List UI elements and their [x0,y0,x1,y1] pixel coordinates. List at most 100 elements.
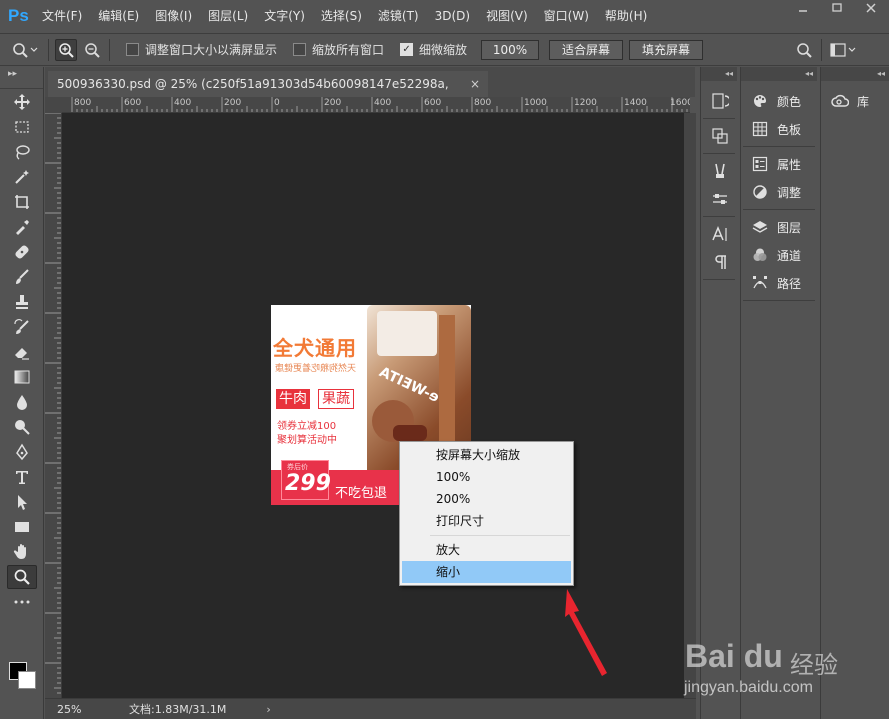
menu-item-zoom-in[interactable]: 放大 [402,539,571,561]
ruler-label: 400 [174,98,192,108]
bag-photo-window [377,311,437,356]
menu-type[interactable]: 文字(Y) [256,0,313,32]
search-icon[interactable] [793,39,815,61]
panel-adjustments-label: 调整 [777,185,802,200]
panel-color[interactable]: 颜色 [741,87,817,115]
zoom-all-windows-checkbox[interactable] [293,43,307,56]
menu-layer[interactable]: 图层(L) [200,0,256,32]
blur-tool-icon[interactable] [7,390,37,414]
eraser-tool-icon[interactable] [7,340,37,364]
close-icon[interactable]: × [470,71,480,97]
panel-swatches[interactable]: 色板 [741,115,817,143]
gradient-tool-icon[interactable] [7,365,37,389]
image-coupon-text: 领券立减100 [277,421,337,432]
document-tab-bar: 500936330.psd @ 25% (c250f51a91303d54b60… [45,67,695,117]
zoom-preset-icon[interactable] [8,39,42,61]
menu-file[interactable]: 文件(F) [34,0,90,32]
menu-item-100-percent[interactable]: 100% [402,466,571,488]
menu-item-zoom-out[interactable]: 缩小 [402,561,571,583]
character-icon[interactable] [701,220,738,248]
background-color-swatch[interactable] [18,671,36,689]
zoom-out-icon[interactable] [81,39,103,61]
vertical-ruler [45,113,62,698]
menu-3d[interactable]: 3D(D) [427,0,478,32]
menu-view[interactable]: 视图(V) [478,0,536,32]
minimize-icon[interactable] [795,2,811,18]
document-tab[interactable]: 500936330.psd @ 25% (c250f51a91303d54b60… [48,71,488,117]
menu-separator [430,535,570,536]
maximize-icon[interactable] [829,2,845,18]
tools-collapse-icon[interactable]: ▸▸ [0,67,43,89]
status-menu-arrow-icon[interactable]: › [266,703,270,716]
zoom-tool-icon[interactable] [7,565,37,589]
grid-icon [751,120,769,138]
paragraph-icon[interactable] [701,248,738,276]
panel-properties[interactable]: 属性 [741,150,817,178]
separator [703,153,735,154]
ruler-label: 0 [274,98,280,108]
menu-item-fit-screen[interactable]: 按屏幕大小缩放 [402,444,571,466]
zoom-level-field[interactable]: 25% [45,703,93,716]
lasso-tool-icon[interactable] [7,140,37,164]
brush-settings-icon[interactable] [701,185,738,213]
separator [743,209,815,210]
crop-tool-icon[interactable] [7,190,37,214]
panel-layers-label: 图层 [777,220,802,235]
zoom-in-icon[interactable] [55,38,77,61]
scrubby-zoom-checkbox[interactable]: ✓ [400,43,414,56]
menu-filter[interactable]: 滤镜(T) [370,0,427,32]
hand-tool-icon[interactable] [7,540,37,564]
panel-collapse-icon[interactable]: ◂◂ [821,67,889,81]
ruler-label: 200 [224,98,242,108]
layer-comps-icon[interactable] [701,122,738,150]
panel-collapse-icon[interactable]: ◂◂ [741,67,817,81]
brushes-icon[interactable] [701,157,738,185]
panel-color-label: 颜色 [777,94,802,109]
fill-screen-button[interactable]: 填充屏幕 [629,39,704,60]
path-selection-tool-icon[interactable] [7,490,37,514]
ruler-corner [45,97,62,113]
separator [109,38,110,61]
healing-brush-tool-icon[interactable] [7,240,37,264]
color-swatches[interactable] [9,662,39,692]
close-icon[interactable] [863,2,879,18]
zoom-100-button[interactable]: 100% [481,39,540,60]
eyedropper-tool-icon[interactable] [7,215,37,239]
menu-select[interactable]: 选择(S) [313,0,370,32]
type-tool-icon[interactable] [7,465,37,489]
move-tool-icon[interactable] [7,90,37,114]
fit-screen-button[interactable]: 适合屏幕 [549,39,624,60]
panel-libraries[interactable]: 库 [821,87,889,115]
menu-help[interactable]: 帮助(H) [597,0,655,32]
horizontal-ruler: 800 600 400 200 0 200 400 600 800 1000 1… [62,97,690,113]
magic-wand-tool-icon[interactable] [7,165,37,189]
panel-layers[interactable]: 图层 [741,213,817,241]
rectangle-tool-icon[interactable] [7,515,37,539]
resize-windows-label: 调整窗口大小以满屏显示 [145,43,278,57]
menu-item-200-percent[interactable]: 200% [402,488,571,510]
ruler-label: 600 [124,98,142,108]
marquee-tool-icon[interactable] [7,115,37,139]
workspace-icon[interactable] [828,39,858,61]
menu-image[interactable]: 图像(I) [147,0,200,32]
history-icon[interactable] [701,87,738,115]
pen-tool-icon[interactable] [7,440,37,464]
history-brush-tool-icon[interactable] [7,315,37,339]
menu-item-print-size[interactable]: 打印尺寸 [402,510,571,532]
dodge-tool-icon[interactable] [7,415,37,439]
resize-windows-checkbox[interactable] [126,43,139,56]
panel-libraries-label: 库 [857,94,870,109]
image-tag-beef: 牛肉 [276,389,310,409]
vertical-scrollbar[interactable] [684,113,696,698]
panel-paths[interactable]: 路径 [741,269,817,297]
panel-channels[interactable]: 通道 [741,241,817,269]
ruler-label: 800 [474,98,492,108]
panel-collapse-icon[interactable]: ◂◂ [701,67,737,81]
stamp-tool-icon[interactable] [7,290,37,314]
menu-edit[interactable]: 编辑(E) [90,0,147,32]
separator [743,146,815,147]
more-tools-icon[interactable] [7,590,37,614]
panel-adjustments[interactable]: 调整 [741,178,817,206]
brush-tool-icon[interactable] [7,265,37,289]
menu-window[interactable]: 窗口(W) [536,0,597,32]
